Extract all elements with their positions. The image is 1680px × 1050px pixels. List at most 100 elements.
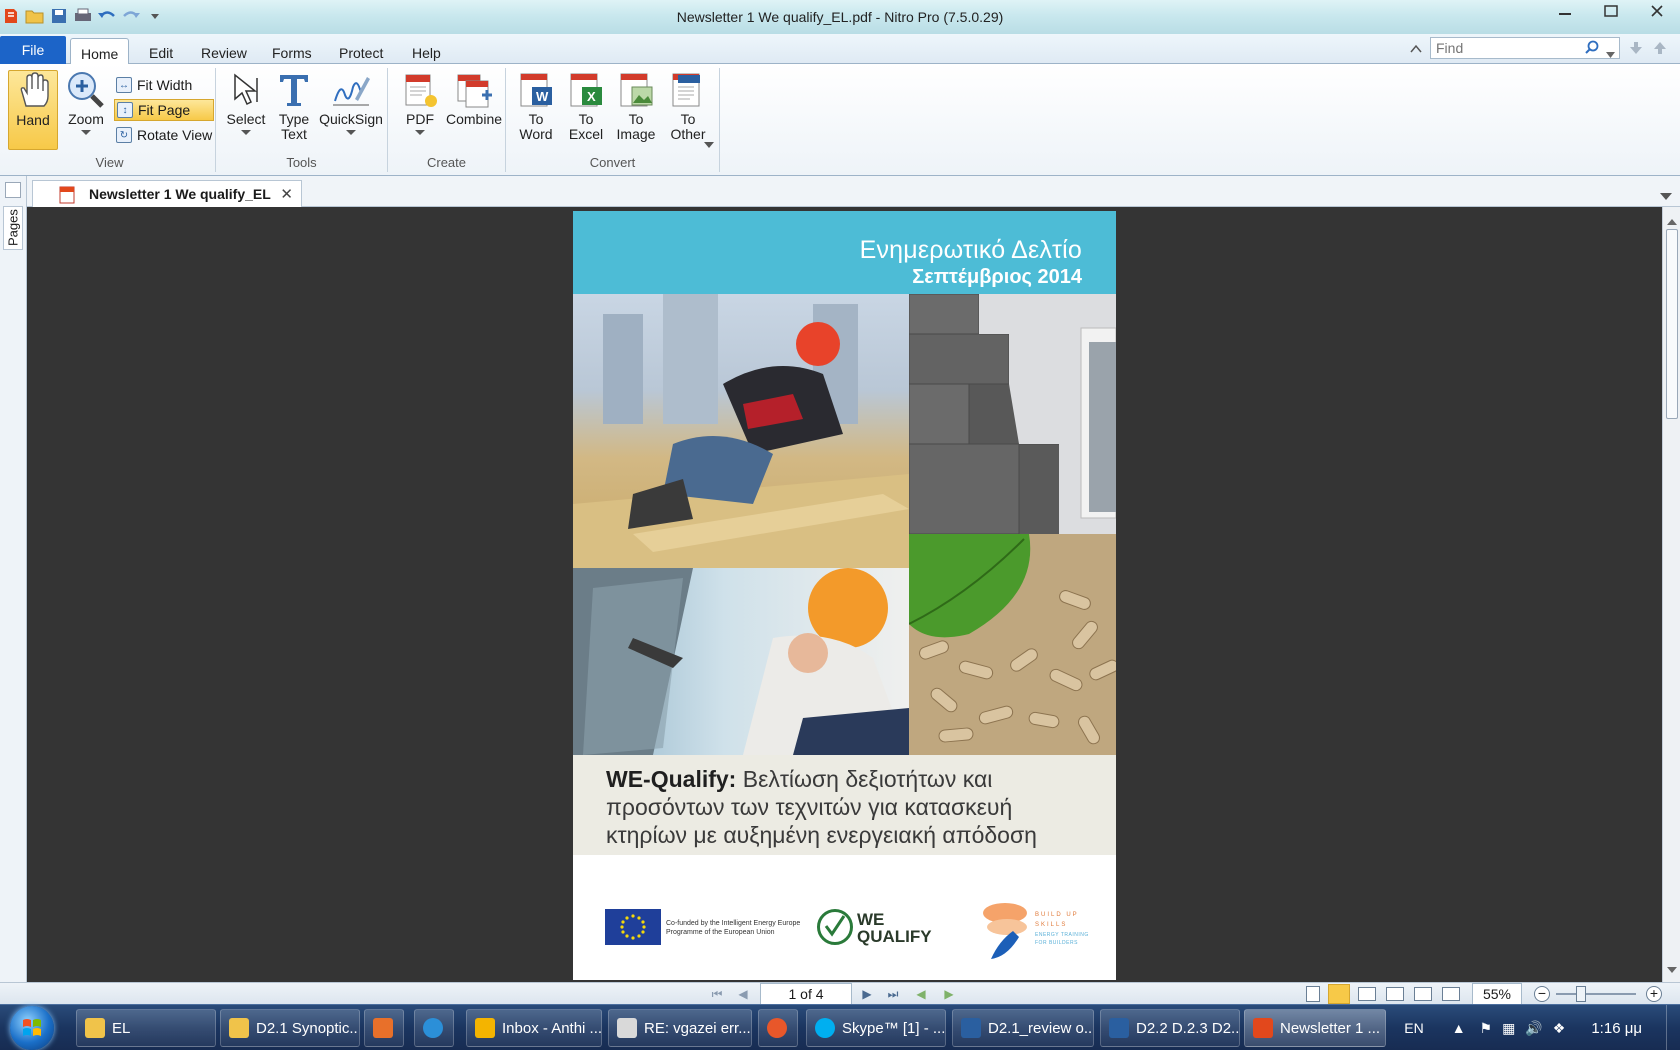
taskbar-item-outlook-inbox[interactable]: Inbox - Anthi ... [466, 1009, 602, 1047]
type-text-label-2: Text [281, 126, 307, 142]
fit-width-view-icon[interactable] [1414, 987, 1432, 1001]
continuous-facing-view-icon[interactable] [1386, 987, 1404, 1001]
to-word-button[interactable]: W To Word [510, 70, 562, 150]
taskbar-item-word-d21-review[interactable]: D2.1_review o... [952, 1009, 1094, 1047]
fit-page-button[interactable]: ↕ Fit Page [114, 99, 214, 121]
zoom-in-icon[interactable]: + [1646, 986, 1662, 1002]
quick-access-toolbar [0, 5, 166, 27]
scroll-up-icon[interactable] [1667, 213, 1677, 228]
select-button[interactable]: Select [220, 70, 272, 150]
back-view-icon[interactable]: ◀ [912, 986, 930, 1002]
panel-toggle-icon[interactable] [5, 182, 21, 198]
find-previous-icon[interactable] [1652, 40, 1668, 59]
pdf-button[interactable]: PDF [394, 70, 446, 150]
taskbar-item-email-reply[interactable]: RE: vgazei err... [608, 1009, 752, 1047]
folder-icon [85, 1018, 105, 1038]
to-excel-label-2: Excel [568, 126, 604, 142]
customize-toolbar-icon[interactable] [144, 5, 166, 27]
language-indicator[interactable]: EN [1404, 1020, 1423, 1036]
to-excel-button[interactable]: X To Excel [560, 70, 612, 150]
clock[interactable]: 1:16 μμ [1591, 1020, 1642, 1037]
volume-icon[interactable]: 🔊 [1525, 1020, 1542, 1037]
zoom-out-icon[interactable]: − [1534, 986, 1550, 1002]
tab-review[interactable]: Review [191, 38, 257, 64]
first-page-icon[interactable]: ⏮ [708, 986, 726, 1002]
windows-logo-icon [23, 1019, 41, 1036]
show-hidden-icons-icon[interactable]: ▲ [1452, 1020, 1466, 1036]
taskbar-item-d21-synoptic[interactable]: D2.1 Synoptic... [220, 1009, 360, 1047]
close-tab-icon[interactable]: ✕ [280, 185, 293, 203]
minimize-button[interactable] [1542, 0, 1588, 22]
forward-view-icon[interactable]: ▶ [940, 986, 958, 1002]
taskbar-item-media-player[interactable] [364, 1009, 404, 1047]
save-icon[interactable] [48, 5, 70, 27]
fullscreen-view-icon[interactable] [1442, 987, 1460, 1001]
start-button[interactable] [10, 1006, 54, 1050]
redo-icon[interactable] [120, 5, 142, 27]
previous-page-icon[interactable]: ◀ [734, 986, 752, 1002]
tab-forms[interactable]: Forms [262, 38, 322, 64]
tab-home[interactable]: Home [70, 38, 130, 65]
view-group: Hand Zoom ↔ Fit Width ↕ Fit Page ↻ Rotat… [4, 68, 216, 172]
document-tab[interactable]: Newsletter 1 We qualify_EL ✕ [32, 180, 302, 207]
fit-width-button[interactable]: ↔ Fit Width [114, 74, 214, 96]
zoom-slider-thumb[interactable] [1576, 986, 1586, 1002]
taskbar-item-word-d22[interactable]: D2.2 D.2.3 D2... [1100, 1009, 1240, 1047]
undo-icon[interactable] [96, 5, 118, 27]
eu-text-line-1: Co-funded by the Intelligent Energy Euro… [666, 920, 801, 927]
taskbar-item-nitro-newsletter[interactable]: Newsletter 1 ... [1244, 1009, 1386, 1047]
tab-protect[interactable]: Protect [329, 38, 393, 64]
find-next-icon[interactable] [1628, 40, 1644, 59]
to-other-label-1: To [680, 111, 696, 127]
rotate-view-button[interactable]: ↻ Rotate View [114, 124, 214, 146]
continuous-view-icon[interactable] [1328, 984, 1350, 1004]
close-button[interactable] [1634, 0, 1680, 22]
taskbar-item-el-folder[interactable]: EL [76, 1009, 216, 1047]
tab-help[interactable]: Help [402, 38, 451, 64]
zoom-level-field[interactable]: 55% [1472, 983, 1522, 1005]
scroll-down-icon[interactable] [1667, 961, 1677, 976]
maximize-button[interactable] [1588, 0, 1634, 22]
page-number-field[interactable]: 1 of 4 [760, 983, 852, 1005]
hand-button[interactable]: Hand [8, 70, 58, 150]
find-input[interactable] [1436, 40, 1576, 56]
to-other-dropdown-icon[interactable] [704, 142, 714, 148]
facing-view-icon[interactable] [1358, 987, 1376, 1001]
word-icon [961, 1018, 981, 1038]
newsletter-header: Ενημερωτικό Δελτίο Σεπτέμβριος 2014 [573, 211, 1116, 294]
tab-list-dropdown-icon[interactable] [1660, 188, 1672, 203]
vertical-scrollbar[interactable] [1662, 207, 1680, 982]
nitro-logo-icon[interactable] [0, 5, 22, 27]
action-center-flag-icon[interactable]: ⚑ [1480, 1020, 1493, 1037]
print-icon[interactable] [72, 5, 94, 27]
pages-panel-tab[interactable]: Pages [3, 206, 23, 250]
to-other-button[interactable]: To Other [660, 70, 716, 150]
taskbar-item-label: Inbox - Anthi ... [502, 1019, 602, 1037]
type-text-button[interactable]: Type Text [268, 70, 320, 150]
collapse-ribbon-icon[interactable] [1410, 42, 1422, 57]
zoom-button[interactable]: Zoom [60, 70, 112, 150]
show-desktop-button[interactable] [1666, 1005, 1680, 1050]
quicksign-button[interactable]: QuickSign [318, 70, 384, 150]
next-page-icon[interactable]: ▶ [858, 986, 876, 1002]
taskbar-item-label: Skype™ [1] - ... [842, 1019, 946, 1037]
single-page-view-icon[interactable] [1306, 986, 1320, 1002]
combine-button[interactable]: Combine [444, 70, 504, 150]
network-icon[interactable]: ▦ [1502, 1020, 1515, 1037]
taskbar-item-internet-explorer[interactable] [414, 1009, 454, 1047]
scrollbar-thumb[interactable] [1666, 229, 1678, 419]
taskbar-item-skype[interactable]: Skype™ [1] - ... [806, 1009, 946, 1047]
find-options-icon[interactable] [1606, 45, 1615, 61]
build-up-skills-text: BUILD UP SKILLS ENERGY TRAINING FOR BUIL… [1035, 910, 1089, 946]
open-folder-icon[interactable] [24, 5, 46, 27]
last-page-icon[interactable]: ⏭ [884, 986, 902, 1002]
taskbar-item-firefox[interactable] [758, 1009, 798, 1047]
to-image-button[interactable]: To Image [610, 70, 662, 150]
rotate-icon: ↻ [116, 127, 132, 143]
create-group: PDF Combine Create [388, 68, 506, 172]
dropbox-icon[interactable]: ❖ [1553, 1020, 1566, 1037]
tab-file[interactable]: File [0, 36, 66, 64]
search-icon[interactable] [1585, 40, 1599, 57]
tab-edit[interactable]: Edit [139, 38, 183, 64]
zoom-slider-track[interactable] [1556, 993, 1636, 995]
